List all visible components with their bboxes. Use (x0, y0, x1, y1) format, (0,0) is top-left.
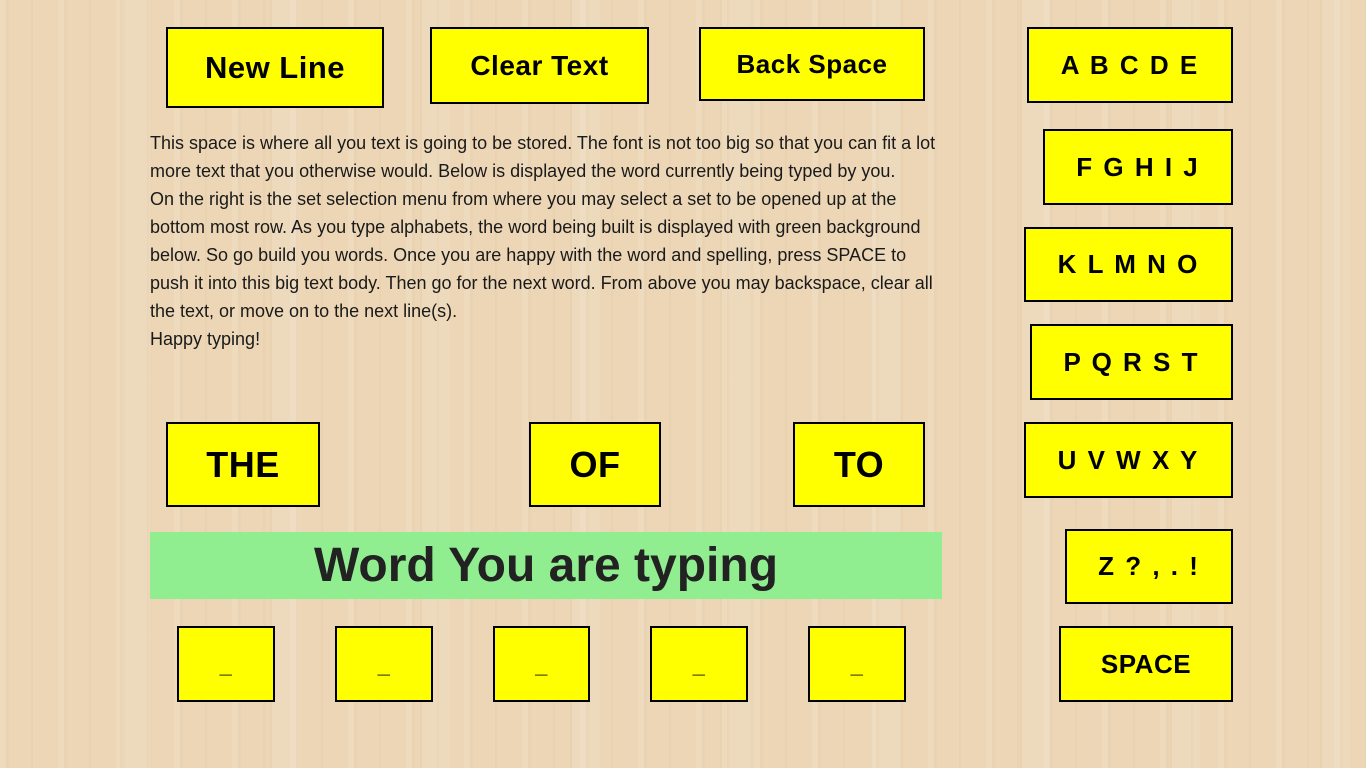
letter-slot-button[interactable]: _ (650, 626, 748, 702)
letter-slot-button[interactable]: _ (808, 626, 906, 702)
text-body: This space is where all you text is goin… (150, 129, 942, 353)
suggestion-button-the[interactable]: THE (166, 422, 320, 507)
letter-slot-button[interactable]: _ (493, 626, 590, 702)
set-button-uvwxy[interactable]: U V W X Y (1024, 422, 1233, 498)
suggestion-button-to[interactable]: TO (793, 422, 925, 507)
clear-text-button[interactable]: Clear Text (430, 27, 649, 104)
letter-slot-button[interactable]: _ (177, 626, 275, 702)
letter-slot-button[interactable]: _ (335, 626, 433, 702)
set-button-pqrst[interactable]: P Q R S T (1030, 324, 1233, 400)
current-word-display: Word You are typing (150, 532, 942, 599)
text-paragraph: Happy typing! (150, 329, 261, 349)
set-button-punctuation[interactable]: Z ? , . ! (1065, 529, 1233, 604)
new-line-button[interactable]: New Line (166, 27, 384, 108)
set-button-klmno[interactable]: K L M N O (1024, 227, 1233, 302)
text-paragraph: This space is where all you text is goin… (150, 133, 936, 181)
suggestion-button-of[interactable]: OF (529, 422, 661, 507)
set-button-abcde[interactable]: A B C D E (1027, 27, 1233, 103)
text-paragraph: On the right is the set selection menu f… (150, 189, 933, 321)
back-space-button[interactable]: Back Space (699, 27, 925, 101)
space-button[interactable]: SPACE (1059, 626, 1233, 702)
set-button-fghij[interactable]: F G H I J (1043, 129, 1233, 205)
